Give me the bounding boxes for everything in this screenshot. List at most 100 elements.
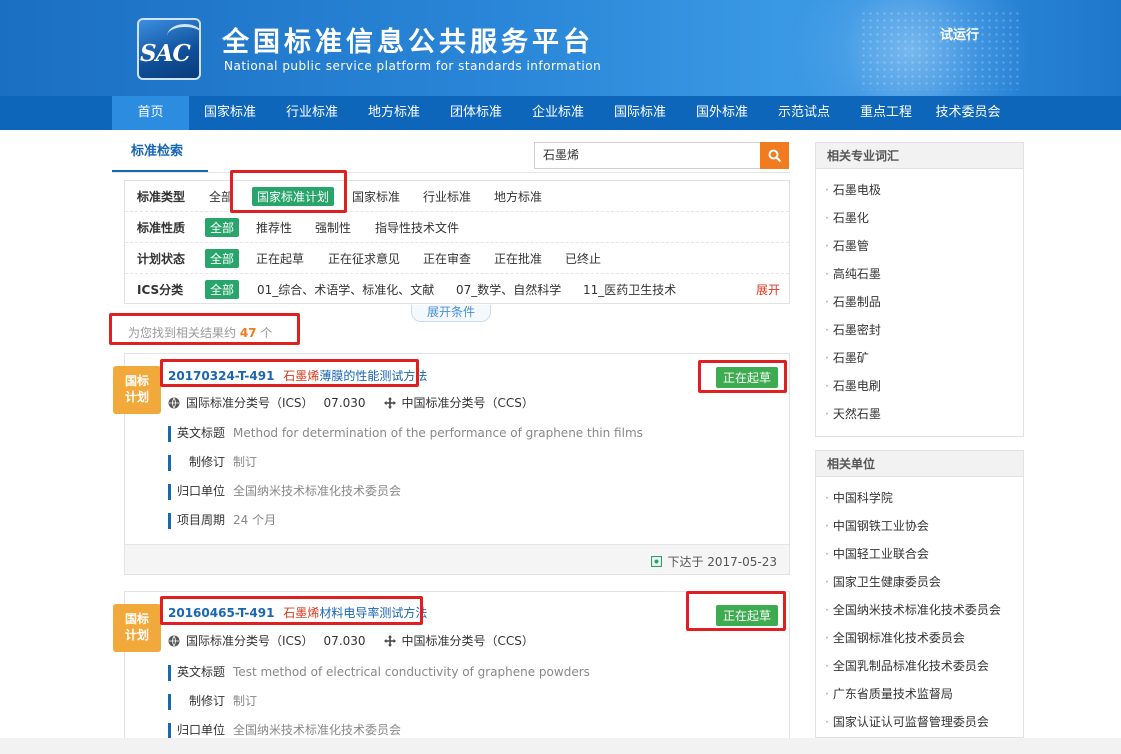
trial-label: 试运行 — [940, 28, 980, 43]
ccs-label: 中国标准分类号（CCS） — [401, 634, 534, 648]
plan-badge: 国标 计划 — [113, 604, 161, 652]
nav-home[interactable]: 首页 — [112, 96, 189, 130]
filter-option-ics-07[interactable]: 07_数学、自然科学 — [456, 281, 561, 298]
field-value: 全国纳米技术标准化技术委员会 — [233, 723, 402, 737]
nav-enterprise-standards[interactable]: 企业标准 — [517, 96, 599, 130]
related-units-list: 中国科学院 中国钢铁工业协会 中国轻工业联合会 国家卫生健康委员会 全国纳米技术… — [816, 477, 1023, 736]
related-term[interactable]: 高纯石墨 — [816, 260, 1023, 288]
badge-text: 国标 计划 — [124, 374, 149, 404]
related-unit[interactable]: 中国轻工业联合会 — [816, 540, 1023, 568]
highlight-box-title-1 — [160, 359, 419, 387]
filter-option-terminated[interactable]: 已终止 — [565, 250, 601, 267]
filter-option-drafting[interactable]: 正在起草 — [256, 250, 304, 267]
nav-demo-pilot[interactable]: 示范试点 — [763, 96, 845, 130]
highlight-box-result-count — [109, 313, 300, 345]
move-icon — [383, 634, 396, 647]
issued-date: 下达于 2017-05-23 — [651, 553, 777, 570]
revision-row: 制修订 制订 — [168, 453, 257, 471]
nav-international-standards[interactable]: 国际标准 — [599, 96, 681, 130]
related-unit[interactable]: 国家卫生健康委员会 — [816, 568, 1023, 596]
site-title: 全国标准信息公共服务平台 — [222, 27, 594, 58]
related-unit[interactable]: 全国钢标准化技术委员会 — [816, 624, 1023, 652]
filter-option-all[interactable]: 全部 — [205, 280, 240, 299]
related-term[interactable]: 天然石墨 — [816, 400, 1023, 428]
expand-conditions-button[interactable]: 展开条件 — [411, 305, 491, 322]
related-term[interactable]: 石墨管 — [816, 232, 1023, 260]
filter-option-reviewing[interactable]: 正在审查 — [423, 250, 471, 267]
filter-option-local[interactable]: 地方标准 — [494, 188, 542, 205]
classification-line: 国际标准分类号（ICS） 07.030 中国标准分类号（CCS） — [168, 632, 534, 649]
related-terms-panel: 相关专业词汇 石墨电极 石墨化 石墨管 高纯石墨 石墨制品 石墨密封 石墨矿 石… — [815, 142, 1024, 437]
tab-standard-search[interactable]: 标准检索 — [112, 142, 208, 172]
nav-key-projects[interactable]: 重点工程 — [845, 96, 927, 130]
filter-expand-link[interactable]: 展开 — [756, 281, 780, 298]
related-term[interactable]: 石墨密封 — [816, 316, 1023, 344]
search-icon — [768, 149, 781, 162]
logo-text: SAC — [140, 40, 191, 67]
globe-icon — [168, 635, 180, 646]
field-label: 项目周期 — [177, 513, 226, 527]
filter-row-type: 标准类型 全部 国家标准计划 国家标准 行业标准 地方标准 — [125, 181, 789, 212]
related-unit[interactable]: 中国科学院 — [816, 484, 1023, 512]
site-subtitle: National public service platform for sta… — [224, 59, 602, 73]
nav-foreign-standards[interactable]: 国外标准 — [681, 96, 763, 130]
ics-value[interactable]: 07.030 — [324, 396, 366, 410]
related-term[interactable]: 石墨制品 — [816, 288, 1023, 316]
classification-line: 国际标准分类号（ICS） 07.030 中国标准分类号（CCS） — [168, 394, 534, 411]
field-label: 制修订 — [189, 455, 226, 469]
filter-option-industry[interactable]: 行业标准 — [423, 188, 471, 205]
related-units-panel: 相关单位 中国科学院 中国钢铁工业协会 中国轻工业联合会 国家卫生健康委员会 全… — [815, 450, 1024, 738]
related-term[interactable]: 石墨矿 — [816, 344, 1023, 372]
filter-option-all[interactable]: 全部 — [205, 217, 240, 237]
related-term[interactable]: 石墨电极 — [816, 176, 1023, 204]
filter-panel: 标准类型 全部 国家标准计划 国家标准 行业标准 地方标准 标准性质 全部 推荐… — [124, 180, 790, 304]
nav-local-standards[interactable]: 地方标准 — [353, 96, 435, 130]
unit-row: 归口单位 全国纳米技术标准化技术委员会 — [168, 721, 401, 739]
filter-label: ICS分类 — [137, 283, 184, 297]
related-term[interactable]: 石墨电刷 — [816, 372, 1023, 400]
related-unit[interactable]: 国家认证认可监督管理委员会 — [816, 708, 1023, 736]
filter-option-ics-01[interactable]: 01_综合、术语学、标准化、文献 — [257, 281, 434, 298]
badge-text: 国标 计划 — [124, 612, 149, 642]
search-button[interactable] — [760, 142, 789, 169]
filter-option-mandatory[interactable]: 强制性 — [315, 219, 351, 236]
unit-row: 归口单位 全国纳米技术标准化技术委员会 — [168, 482, 401, 500]
nav-group-standards[interactable]: 团体标准 — [435, 96, 517, 130]
issued-date-text: 下达于 2017-05-23 — [667, 555, 777, 569]
filter-label: 标准类型 — [137, 189, 186, 204]
ics-value[interactable]: 07.030 — [324, 634, 366, 648]
site-header: SAC 全国标准信息公共服务平台 National public service… — [0, 0, 1121, 96]
nav-industry-standards[interactable]: 行业标准 — [271, 96, 353, 130]
filter-option-soliciting[interactable]: 正在征求意见 — [328, 250, 400, 267]
ccs-label: 中国标准分类号（CCS） — [401, 396, 534, 410]
nav-national-standards[interactable]: 国家标准 — [189, 96, 271, 130]
related-terms-title: 相关专业词汇 — [816, 143, 1023, 169]
field-label: 归口单位 — [177, 723, 226, 737]
ics-label: 国际标准分类号（ICS） — [186, 634, 314, 648]
filter-option-all[interactable]: 全部 — [205, 248, 240, 268]
filter-option-ics-11[interactable]: 11_医药卫生技术 — [583, 281, 676, 298]
related-unit[interactable]: 全国纳米技术标准化技术委员会 — [816, 596, 1023, 624]
related-term[interactable]: 石墨化 — [816, 204, 1023, 232]
filter-option-national[interactable]: 国家标准 — [352, 188, 400, 205]
filter-option-approving[interactable]: 正在批准 — [494, 250, 542, 267]
filter-option-guidance[interactable]: 指导性技术文件 — [375, 219, 459, 236]
related-unit[interactable]: 全国乳制品标准化技术委员会 — [816, 652, 1023, 680]
nav-tech-committee[interactable]: 技术委员会 — [927, 96, 1009, 130]
globe-icon — [168, 397, 180, 408]
related-unit[interactable]: 中国钢铁工业协会 — [816, 512, 1023, 540]
related-units-title: 相关单位 — [816, 451, 1023, 477]
field-value: 全国纳米技术标准化技术委员会 — [233, 484, 402, 498]
field-label: 英文标题 — [177, 665, 226, 679]
related-unit[interactable]: 广东省质量技术监督局 — [816, 680, 1023, 708]
move-icon — [383, 396, 396, 409]
field-value: Test method of electrical conductivity o… — [233, 665, 590, 679]
highlight-box-plan-filter — [230, 170, 347, 213]
card-footer: 下达于 2017-05-23 — [125, 544, 789, 574]
revision-row: 制修订 制订 — [168, 692, 257, 710]
filter-option-recommended[interactable]: 推荐性 — [256, 219, 292, 236]
clock-icon — [651, 556, 663, 567]
sac-logo[interactable]: SAC — [137, 18, 201, 80]
main-nav: 首页 国家标准 行业标准 地方标准 团体标准 企业标准 国际标准 国外标准 示范… — [0, 96, 1121, 130]
search-input[interactable]: 石墨烯 — [534, 142, 761, 169]
